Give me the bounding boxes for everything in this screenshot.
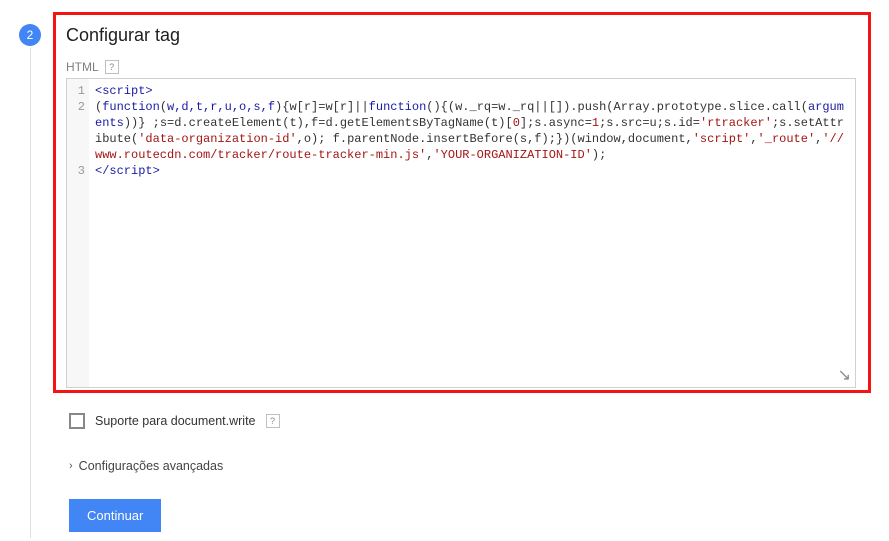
step-connector	[30, 48, 31, 538]
advanced-settings-toggle[interactable]: › Configurações avançadas	[69, 459, 871, 473]
resize-handle-icon[interactable]: ↘	[838, 365, 851, 385]
document-write-label: Suporte para document.write	[95, 414, 256, 428]
chevron-right-icon: ›	[69, 460, 73, 472]
document-write-option: Suporte para document.write ?	[69, 413, 871, 429]
gutter-line: 3	[67, 163, 89, 179]
help-icon[interactable]: ?	[266, 414, 280, 428]
tag-config-panel: Configurar tag HTML ? 1 2 3 <script> (fu…	[53, 12, 871, 532]
gutter-line: 1	[67, 83, 89, 99]
code-line: <script>	[95, 83, 849, 99]
gutter-line: 2	[67, 99, 89, 163]
highlight-box: Configurar tag HTML ? 1 2 3 <script> (fu…	[53, 12, 871, 393]
section-title: Configurar tag	[66, 25, 856, 46]
html-label-row: HTML ?	[66, 60, 856, 74]
help-icon[interactable]: ?	[105, 60, 119, 74]
html-field-label: HTML	[66, 60, 99, 74]
line-gutter: 1 2 3	[67, 79, 89, 387]
code-line: (function(w,d,t,r,u,o,s,f){w[r]=w[r]||fu…	[95, 99, 849, 163]
continue-button[interactable]: Continuar	[69, 499, 161, 532]
document-write-checkbox[interactable]	[69, 413, 85, 429]
code-content[interactable]: <script> (function(w,d,t,r,u,o,s,f){w[r]…	[89, 79, 855, 387]
code-line: </script>	[95, 163, 849, 179]
code-editor[interactable]: 1 2 3 <script> (function(w,d,t,r,u,o,s,f…	[66, 78, 856, 388]
advanced-settings-label: Configurações avançadas	[79, 459, 224, 473]
step-badge: 2	[19, 24, 41, 46]
